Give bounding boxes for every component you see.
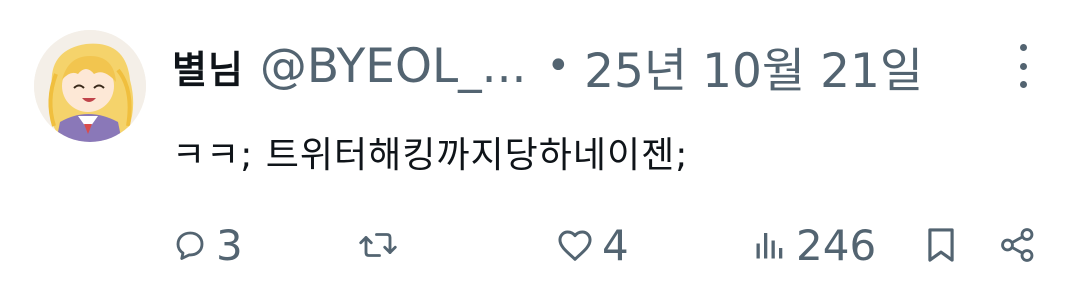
reply-count: 3	[216, 220, 243, 270]
views-count: 246	[796, 220, 877, 270]
reply-bubble-icon	[172, 227, 208, 263]
tweet-actions: 3 4 246	[0, 210, 1080, 280]
tweet-header: 별님 @BYEOL_... • 25년 10월 21일	[172, 32, 923, 101]
avatar[interactable]	[34, 30, 146, 142]
user-handle[interactable]: @BYEOL_...	[260, 39, 527, 94]
tweet-text: ㅋㅋ; 트위터해킹까지당하네이젠;	[172, 135, 689, 176]
views-button[interactable]: 246	[752, 210, 876, 280]
bookmark-icon	[924, 226, 958, 264]
bookmark-button[interactable]	[924, 210, 958, 280]
reply-button[interactable]: 3	[172, 210, 243, 280]
retweet-icon	[358, 227, 398, 263]
views-bar-chart-icon	[752, 227, 788, 263]
more-dot	[1019, 44, 1027, 51]
more-dot	[1019, 62, 1027, 70]
share-icon	[998, 227, 1038, 263]
display-name[interactable]: 별님	[172, 39, 244, 94]
more-dot	[1019, 81, 1027, 88]
more-vertical-icon[interactable]	[1008, 44, 1038, 88]
share-button[interactable]	[998, 210, 1038, 280]
like-button[interactable]: 4	[556, 210, 629, 280]
separator-dot: •	[546, 43, 571, 89]
retweet-button[interactable]	[358, 210, 406, 280]
heart-icon	[556, 227, 594, 263]
avatar-image	[34, 30, 146, 142]
like-count: 4	[602, 220, 629, 270]
tweet-date[interactable]: 25년 10월 21일	[584, 32, 923, 101]
